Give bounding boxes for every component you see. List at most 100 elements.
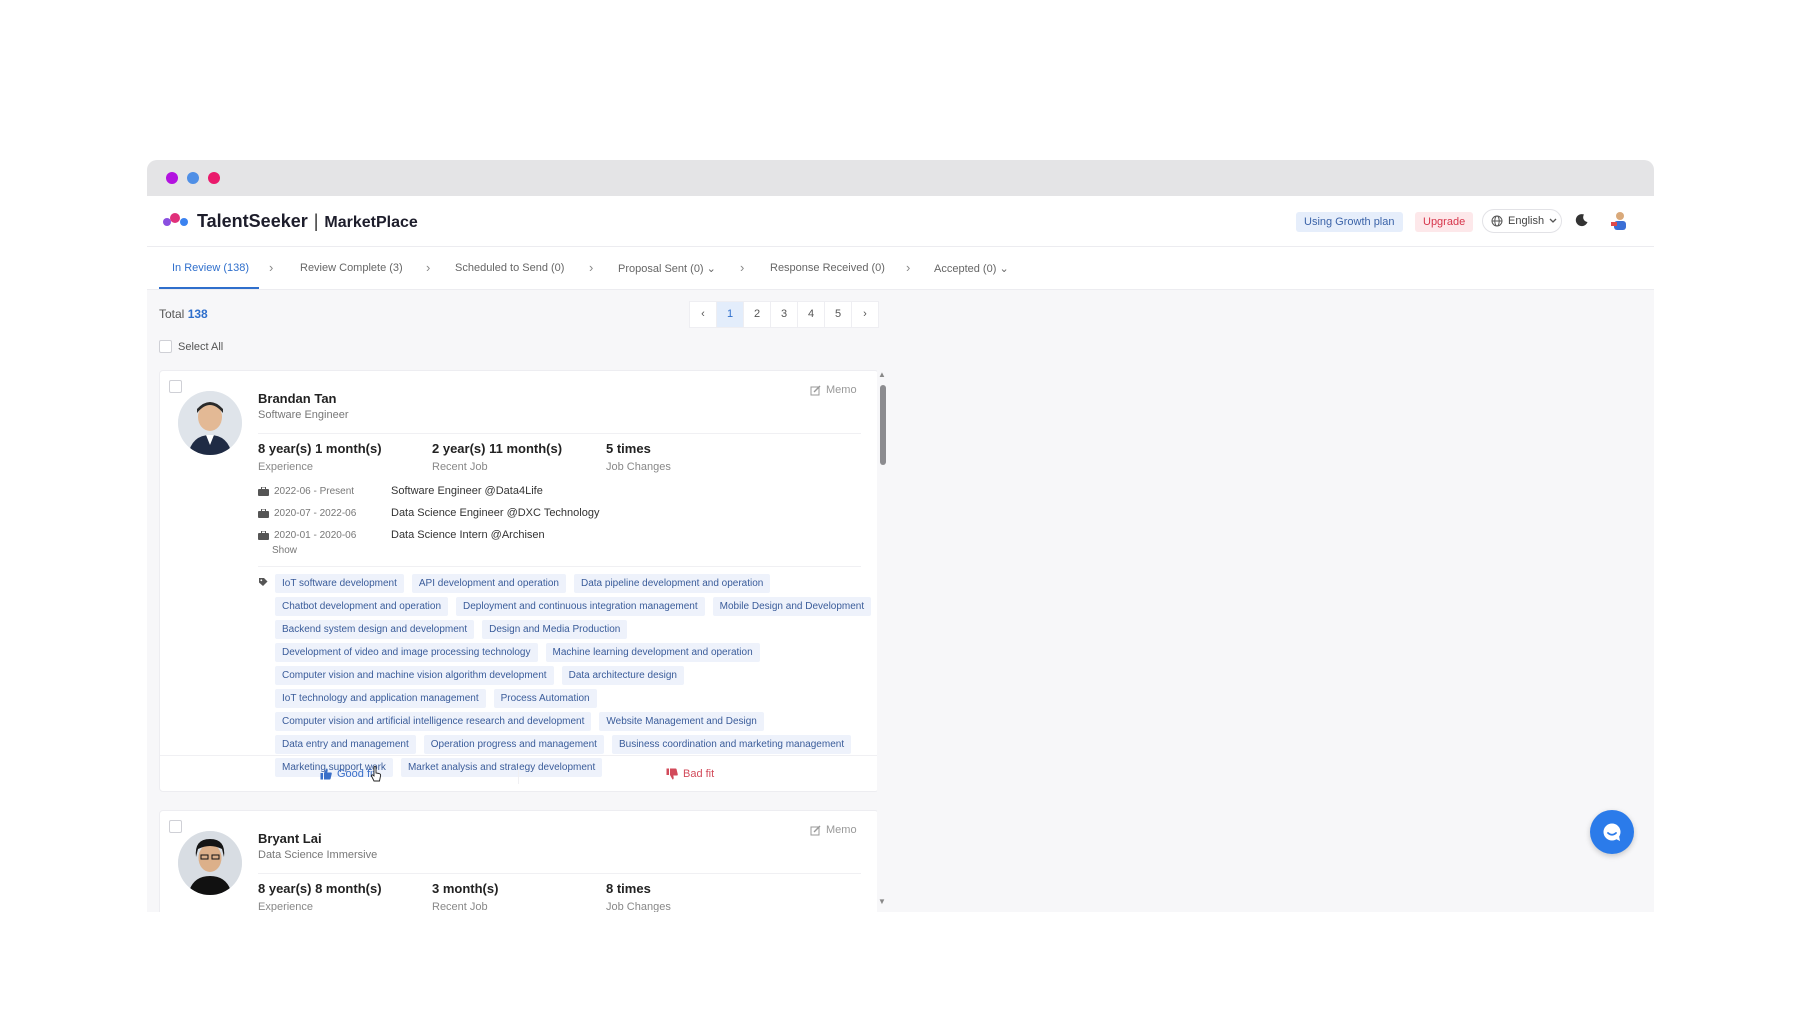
tab-proposal-sent-label: Proposal Sent (0) bbox=[618, 263, 704, 275]
job-dates: 2022-06 - Present bbox=[274, 485, 355, 497]
tab-response-received[interactable]: Response Received (0) bbox=[770, 262, 885, 274]
skill-tag: IoT software development bbox=[275, 574, 404, 593]
status-stepper: In Review (138) › Review Complete (3) › … bbox=[147, 247, 1654, 290]
stat-value: 8 year(s) 1 month(s) bbox=[258, 441, 382, 456]
browser-window: TalentSeeker | MarketPlace Using Growth pl… bbox=[147, 160, 1654, 912]
stat-job-changes: 8 times Job Changes bbox=[606, 881, 671, 912]
skill-tag: Computer vision and machine vision algor… bbox=[275, 666, 554, 685]
memo-button[interactable]: Memo bbox=[810, 824, 857, 836]
divider bbox=[518, 764, 519, 784]
chevron-right-icon: › bbox=[906, 260, 911, 275]
job-title: Data Science Intern @Archisen bbox=[391, 529, 545, 541]
job-history-item: 2020-07 - 2022-06 Data Science Engineer … bbox=[258, 507, 599, 519]
candidate-photo bbox=[178, 391, 242, 455]
tab-in-review[interactable]: In Review (138) bbox=[172, 262, 249, 274]
candidate-checkbox[interactable] bbox=[169, 380, 182, 393]
skill-tags: IoT software development API development… bbox=[275, 574, 875, 777]
skill-tag: Process Automation bbox=[493, 689, 597, 708]
tag-icon bbox=[259, 578, 268, 586]
skill-tag: Design and Media Production bbox=[482, 620, 628, 639]
window-dot-blue[interactable] bbox=[187, 172, 199, 184]
total-label: Total bbox=[159, 307, 185, 321]
scroll-down-arrow-icon[interactable]: ▼ bbox=[878, 897, 886, 906]
candidate-name[interactable]: Bryant Lai bbox=[258, 831, 322, 846]
briefcase-icon bbox=[258, 508, 269, 518]
bad-fit-button[interactable]: Bad fit bbox=[666, 768, 714, 780]
plan-badge: Using Growth plan bbox=[1296, 212, 1403, 232]
briefcase-icon bbox=[258, 530, 269, 540]
show-more-button[interactable]: Show bbox=[272, 545, 297, 556]
stat-experience: 8 year(s) 8 month(s) Experience bbox=[258, 881, 382, 912]
divider bbox=[258, 873, 861, 874]
select-all[interactable]: Select All bbox=[159, 340, 223, 353]
tab-accepted-label: Accepted (0) bbox=[934, 263, 997, 275]
skill-tag: API development and operation bbox=[411, 574, 566, 593]
globe-icon bbox=[1491, 215, 1503, 227]
page-button-3[interactable]: 3 bbox=[770, 301, 798, 328]
memo-label: Memo bbox=[826, 824, 857, 836]
language-selector[interactable]: English bbox=[1482, 209, 1562, 233]
chevron-down-icon: ⌄ bbox=[706, 263, 716, 275]
chevron-right-icon: › bbox=[740, 260, 745, 275]
user-avatar[interactable] bbox=[1608, 209, 1632, 233]
edit-icon bbox=[810, 385, 821, 395]
candidate-name[interactable]: Brandan Tan bbox=[258, 391, 337, 406]
stat-label: Experience bbox=[258, 901, 314, 912]
stat-recent-job: 3 month(s) Recent Job bbox=[432, 881, 498, 912]
list-scrollbar-thumb[interactable] bbox=[880, 385, 886, 465]
candidate-checkbox[interactable] bbox=[169, 820, 182, 833]
stat-label: Recent Job bbox=[432, 461, 488, 473]
app-brand[interactable]: TalentSeeker | MarketPlace bbox=[197, 211, 418, 232]
job-dates: 2020-07 - 2022-06 bbox=[274, 507, 357, 519]
tab-review-complete[interactable]: Review Complete (3) bbox=[300, 262, 403, 274]
total-value: 138 bbox=[187, 307, 208, 321]
stat-experience: 8 year(s) 1 month(s) Experience bbox=[258, 441, 382, 473]
scroll-up-arrow-icon[interactable]: ▲ bbox=[878, 370, 886, 379]
brand-name: TalentSeeker bbox=[197, 211, 308, 231]
tab-accepted[interactable]: Accepted (0) ⌄ bbox=[934, 262, 1009, 275]
brand-section: MarketPlace bbox=[324, 214, 418, 231]
upgrade-button[interactable]: Upgrade bbox=[1415, 212, 1474, 232]
moon-icon[interactable] bbox=[1575, 213, 1589, 227]
job-title: Data Science Engineer @DXC Technology bbox=[391, 507, 600, 519]
page-button-5[interactable]: 5 bbox=[824, 301, 852, 328]
chevron-right-icon: › bbox=[426, 260, 431, 275]
page-button-2[interactable]: 2 bbox=[743, 301, 771, 328]
divider bbox=[258, 433, 861, 434]
window-dot-pink[interactable] bbox=[208, 172, 220, 184]
good-fit-button[interactable]: Good fit bbox=[320, 768, 376, 780]
candidate-photo bbox=[178, 831, 242, 895]
stat-recent-job: 2 year(s) 11 month(s) Recent Job bbox=[432, 441, 562, 473]
stat-job-changes: 5 times Job Changes bbox=[606, 441, 671, 473]
brand-separator: | bbox=[313, 211, 319, 231]
skill-tag: Deployment and continuous integration ma… bbox=[456, 597, 705, 616]
chevron-right-icon: › bbox=[269, 260, 274, 275]
stat-value: 8 times bbox=[606, 881, 651, 896]
skill-tag: IoT technology and application managemen… bbox=[275, 689, 486, 708]
skill-tag: Computer vision and artificial intellige… bbox=[275, 712, 592, 731]
skill-tag: Business coordination and marketing mana… bbox=[611, 735, 852, 754]
window-dot-purple[interactable] bbox=[166, 172, 178, 184]
tab-proposal-sent[interactable]: Proposal Sent (0) ⌄ bbox=[618, 262, 716, 275]
thumbs-up-icon bbox=[320, 768, 332, 780]
prev-page-button[interactable]: ‹ bbox=[689, 301, 717, 328]
select-all-checkbox[interactable] bbox=[159, 340, 172, 353]
pagination: ‹ 1 2 3 4 5 › bbox=[689, 301, 879, 328]
stat-label: Experience bbox=[258, 461, 314, 473]
stat-value: 3 month(s) bbox=[432, 881, 499, 896]
stat-label: Job Changes bbox=[606, 461, 671, 473]
page-button-4[interactable]: 4 bbox=[797, 301, 825, 328]
chat-support-button[interactable] bbox=[1590, 810, 1634, 854]
next-page-button[interactable]: › bbox=[851, 301, 879, 328]
memo-button[interactable]: Memo bbox=[810, 384, 857, 396]
tab-scheduled-to-send[interactable]: Scheduled to Send (0) bbox=[455, 262, 564, 274]
active-tab-underline bbox=[159, 287, 259, 289]
page-button-1[interactable]: 1 bbox=[716, 301, 744, 328]
skill-tag: Website Management and Design bbox=[599, 712, 764, 731]
stat-value: 8 year(s) 8 month(s) bbox=[258, 881, 382, 896]
chevron-down-icon: ⌄ bbox=[999, 263, 1009, 275]
skill-tag: Development of video and image processin… bbox=[275, 643, 538, 662]
skill-tag: Machine learning development and operati… bbox=[545, 643, 760, 662]
window-titlebar bbox=[147, 160, 1654, 196]
stat-label: Job Changes bbox=[606, 901, 671, 912]
